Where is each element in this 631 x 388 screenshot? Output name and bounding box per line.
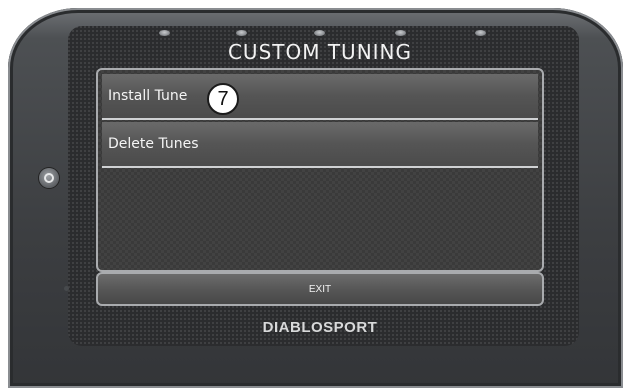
power-ring-icon — [44, 173, 54, 183]
menu-item-install-tune[interactable]: Install Tune — [102, 74, 538, 120]
menu-item-label: Install Tune — [108, 88, 188, 104]
indicator-led-icon — [159, 30, 170, 36]
sensor-dot — [64, 286, 69, 291]
page-title: CUSTOM TUNING — [227, 40, 413, 64]
menu-screen: Install Tune Delete Tunes — [96, 68, 544, 272]
brand-logo: DIABLOSPORT — [262, 319, 378, 336]
indicator-led-icon — [236, 30, 247, 36]
indicator-led-icon — [475, 30, 486, 36]
exit-button[interactable]: EXIT — [96, 272, 544, 306]
indicator-led-icon — [314, 30, 325, 36]
indicator-led-icon — [395, 30, 406, 36]
exit-label: EXIT — [308, 283, 332, 295]
menu-item-label: Delete Tunes — [108, 136, 199, 152]
menu-item-delete-tunes[interactable]: Delete Tunes — [102, 122, 538, 168]
step-number-callout: 7 — [207, 83, 239, 115]
power-button-icon[interactable] — [39, 168, 59, 188]
